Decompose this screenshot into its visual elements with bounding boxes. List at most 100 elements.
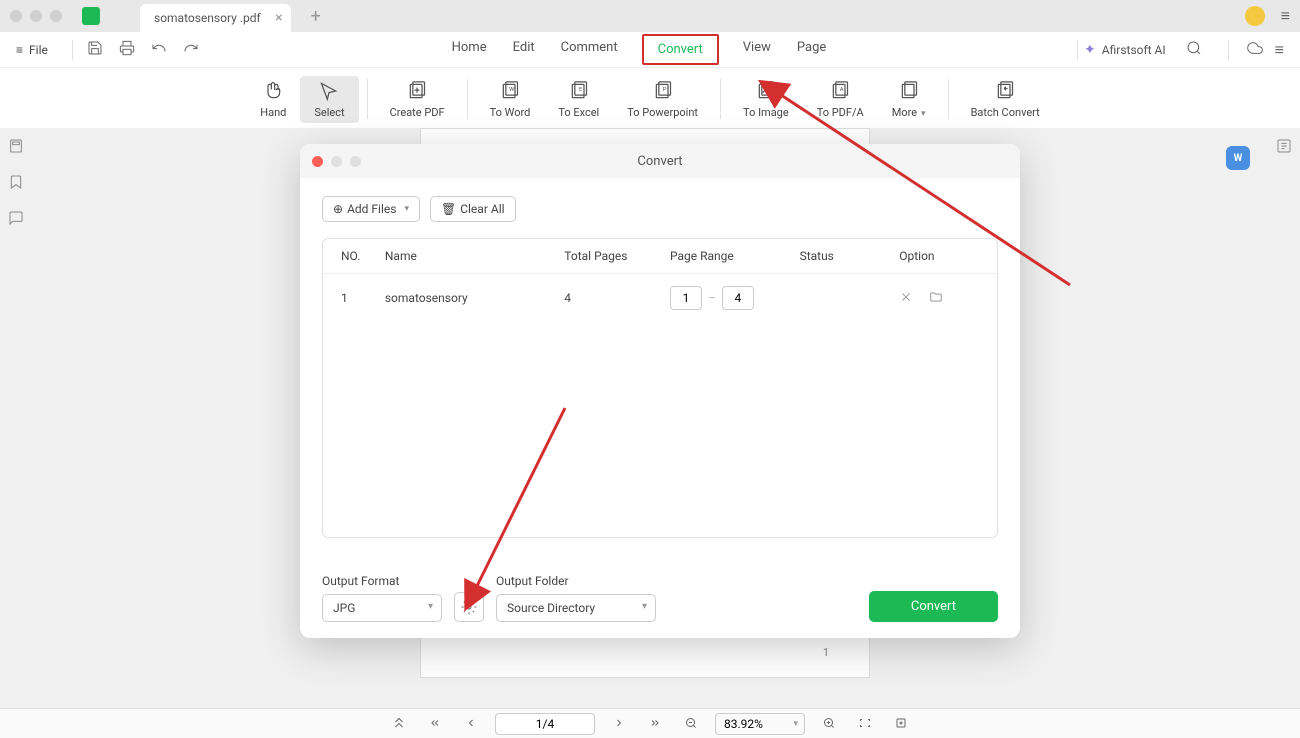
- convert-dialog: Convert ⊕ Add Files ▾ 🗑 Clear All NO. Na…: [300, 144, 1020, 638]
- convert-button[interactable]: Convert: [869, 591, 998, 622]
- trash-icon: 🗑: [441, 202, 456, 216]
- ai-button[interactable]: ✦ Afirstsoft AI: [1084, 42, 1166, 58]
- scroll-top-icon[interactable]: [387, 712, 411, 735]
- menu-tabs: Home Edit Comment Convert View Page: [207, 34, 1071, 65]
- dialog-window-controls[interactable]: [312, 156, 361, 167]
- format-settings-button[interactable]: [454, 592, 484, 622]
- col-range: Page Range: [670, 249, 800, 263]
- output-format-select[interactable]: JPG: [322, 594, 442, 622]
- ribbon-select[interactable]: Select: [300, 76, 358, 123]
- ribbon-label: More▾: [892, 106, 926, 119]
- menu-edit[interactable]: Edit: [511, 34, 537, 65]
- image-icon: [755, 80, 777, 102]
- ribbon-label: Create PDF: [390, 106, 445, 119]
- ribbon-more[interactable]: More▾: [878, 76, 940, 123]
- zoom-in-icon[interactable]: [817, 712, 841, 735]
- remove-row-icon[interactable]: [899, 290, 913, 307]
- output-folder-select[interactable]: Source Directory: [496, 594, 656, 622]
- svg-text:A: A: [840, 87, 844, 93]
- chevron-down-icon: ▾: [404, 204, 409, 214]
- ribbon-create-pdf[interactable]: Create PDF: [376, 76, 459, 123]
- col-name: Name: [385, 249, 564, 263]
- file-label: File: [29, 43, 48, 57]
- ribbon-to-excel[interactable]: E To Excel: [544, 76, 613, 123]
- range-from-input[interactable]: [670, 286, 702, 310]
- comments-icon[interactable]: [8, 210, 24, 230]
- col-total: Total Pages: [564, 249, 670, 263]
- table-header: NO. Name Total Pages Page Range Status O…: [323, 239, 997, 274]
- fit-width-icon[interactable]: [853, 712, 877, 735]
- right-sidebar: [1268, 128, 1300, 158]
- cursor-icon: [318, 80, 340, 102]
- table-row: 1 somatosensory 4 –: [323, 274, 997, 322]
- ribbon-label: To Excel: [558, 106, 599, 119]
- window-controls[interactable]: [10, 10, 62, 22]
- add-tab-button[interactable]: +: [311, 6, 321, 27]
- ribbon-to-word[interactable]: W To Word: [476, 76, 545, 123]
- row-option: [899, 290, 979, 307]
- thumbnails-icon[interactable]: [8, 138, 24, 158]
- undo-icon[interactable]: [143, 36, 175, 64]
- ribbon-label: Select: [314, 106, 344, 119]
- menu-view[interactable]: View: [741, 34, 773, 65]
- ribbon-label: Batch Convert: [971, 106, 1040, 119]
- dialog-footer: Output Format JPG Output Folder Source D…: [322, 574, 998, 622]
- close-tab-icon[interactable]: ×: [275, 10, 282, 26]
- next-page-icon[interactable]: [607, 712, 631, 735]
- hand-icon: [262, 80, 284, 102]
- menu-convert[interactable]: Convert: [642, 34, 719, 65]
- col-status: Status: [800, 249, 900, 263]
- redo-icon[interactable]: [175, 36, 207, 64]
- menubar: ≡ File Home Edit Comment Convert View Pa…: [0, 32, 1300, 68]
- ai-label: Afirstsoft AI: [1102, 43, 1166, 57]
- word-icon: W: [499, 80, 521, 102]
- svg-text:P: P: [662, 87, 666, 93]
- clear-all-button[interactable]: 🗑 Clear All: [430, 196, 516, 222]
- ribbon-label: Hand: [260, 106, 286, 119]
- zoom-out-icon[interactable]: [679, 712, 703, 735]
- tab-title: somatosensory .pdf: [154, 11, 261, 25]
- ribbon-batch-convert[interactable]: Batch Convert: [957, 76, 1054, 123]
- create-pdf-icon: [406, 80, 428, 102]
- output-folder-label: Output Folder: [496, 574, 656, 588]
- properties-icon[interactable]: [1276, 138, 1292, 158]
- menu-comment[interactable]: Comment: [559, 34, 620, 65]
- ribbon-to-powerpoint[interactable]: P To Powerpoint: [613, 76, 712, 123]
- page-number: 1: [823, 646, 829, 659]
- panel-icon[interactable]: ≡: [1275, 40, 1284, 60]
- cloud-icon[interactable]: [1247, 40, 1263, 60]
- svg-text:W: W: [509, 87, 515, 93]
- user-avatar[interactable]: [1245, 6, 1265, 26]
- output-format-label: Output Format: [322, 574, 442, 588]
- files-table: NO. Name Total Pages Page Range Status O…: [322, 238, 998, 538]
- add-files-button[interactable]: ⊕ Add Files ▾: [322, 196, 420, 222]
- menu-icon[interactable]: ≡: [1281, 6, 1290, 26]
- file-menu-button[interactable]: ≡ File: [16, 43, 48, 57]
- save-icon[interactable]: [79, 36, 111, 64]
- range-to-input[interactable]: [722, 286, 754, 310]
- bookmarks-icon[interactable]: [8, 174, 24, 194]
- menu-home[interactable]: Home: [450, 34, 489, 65]
- print-icon[interactable]: [111, 36, 143, 64]
- ribbon-to-image[interactable]: To Image: [729, 76, 803, 123]
- zoom-select[interactable]: 83.92%: [715, 713, 805, 735]
- last-page-icon[interactable]: [643, 712, 667, 735]
- row-no: 1: [341, 291, 385, 305]
- document-tab[interactable]: somatosensory .pdf ×: [140, 4, 291, 32]
- menu-page[interactable]: Page: [795, 34, 828, 65]
- ribbon-to-pdfa[interactable]: A To PDF/A: [803, 76, 878, 123]
- first-page-icon[interactable]: [423, 712, 447, 735]
- ribbon-hand[interactable]: Hand: [246, 76, 300, 123]
- ribbon-label: To Word: [490, 106, 531, 119]
- pdfa-icon: A: [829, 80, 851, 102]
- ribbon-label: To PDF/A: [817, 106, 864, 119]
- search-icon[interactable]: [1178, 36, 1210, 64]
- left-sidebar: [0, 128, 32, 230]
- folder-icon[interactable]: [929, 290, 943, 307]
- add-files-label: Add Files: [347, 202, 396, 216]
- prev-page-icon[interactable]: [459, 712, 483, 735]
- fit-page-icon[interactable]: [889, 712, 913, 735]
- page-number-input[interactable]: [495, 713, 595, 735]
- float-badge-icon[interactable]: W: [1226, 146, 1250, 170]
- dialog-titlebar: Convert: [300, 144, 1020, 178]
